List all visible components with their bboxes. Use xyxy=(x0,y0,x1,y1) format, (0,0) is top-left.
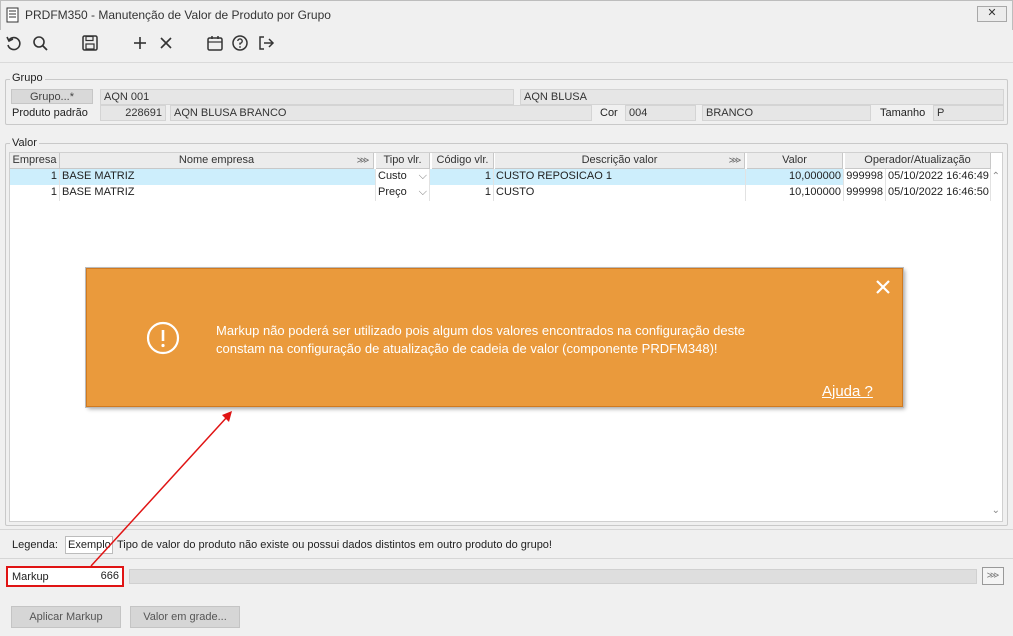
markup-progress-bar xyxy=(129,569,977,584)
save-icon[interactable] xyxy=(81,34,101,54)
legenda-example: Exemplo xyxy=(65,536,113,554)
warning-toast: Markup não poderá ser utilizado pois alg… xyxy=(86,268,903,407)
search-icon[interactable] xyxy=(31,34,51,54)
cell-descricao-valor: CUSTO xyxy=(494,185,746,201)
col-header-descricao-valor[interactable]: Descrição valor xyxy=(495,153,745,169)
cell-atualizacao: 05/10/2022 16:46:49 xyxy=(886,169,991,185)
exit-icon[interactable] xyxy=(257,34,277,54)
legenda-description: Tipo de valor do produto não existe ou p… xyxy=(117,539,552,551)
col-header-nome-empresa-label: Nome empresa xyxy=(178,154,255,166)
help-link[interactable]: Ajuda ? xyxy=(822,383,873,400)
toast-message-line2: constam na configuração de atualização d… xyxy=(216,341,718,356)
cell-codigo-vlr: 1 xyxy=(430,185,494,201)
column-filter-icon[interactable]: ⋙ xyxy=(728,154,742,167)
produto-desc-field: AQN BLUSA BRANCO xyxy=(170,105,592,121)
cell-valor[interactable]: 10,100000 xyxy=(746,185,844,201)
produto-code-field[interactable]: 228691 xyxy=(100,105,166,121)
cell-empresa: 1 xyxy=(10,185,60,201)
aplicar-markup-button[interactable]: Aplicar Markup xyxy=(11,606,121,628)
chevron-down-icon[interactable]: ⌵ xyxy=(419,185,427,200)
close-icon[interactable] xyxy=(875,279,891,295)
grupo-lookup-button[interactable]: Grupo...* xyxy=(11,89,93,104)
toast-message: Markup não poderá ser utilizado pois alg… xyxy=(216,322,745,358)
expand-icon[interactable]: ⋙ xyxy=(982,567,1004,585)
col-header-descricao-valor-label: Descrição valor xyxy=(581,154,658,166)
produto-label: Produto padrão xyxy=(12,107,88,119)
cor-label: Cor xyxy=(600,107,618,119)
chevron-down-icon[interactable]: ⌵ xyxy=(419,169,427,184)
cell-nome-empresa: BASE MATRIZ xyxy=(60,169,376,185)
cor-code-field[interactable]: 004 xyxy=(625,105,696,121)
scroll-up-icon[interactable]: ⌃ xyxy=(992,171,1000,182)
col-header-empresa[interactable]: Empresa xyxy=(10,153,60,169)
col-header-codigo-vlr[interactable]: Código vlr. xyxy=(432,153,494,169)
toast-message-line1: Markup não poderá ser utilizado pois alg… xyxy=(216,323,745,338)
column-filter-icon[interactable]: ⋙ xyxy=(356,154,370,167)
col-header-valor[interactable]: Valor xyxy=(747,153,843,169)
tipo-vlr-value: Preço xyxy=(378,186,407,198)
cor-desc-field: BRANCO xyxy=(702,105,871,121)
cell-atualizacao: 05/10/2022 16:46:50 xyxy=(886,185,991,201)
grupo-desc-field: AQN BLUSA xyxy=(520,89,1004,105)
grupo-legend: Grupo xyxy=(10,72,45,84)
document-icon xyxy=(6,7,19,23)
scroll-down-icon[interactable]: ⌄ xyxy=(992,505,1000,516)
markup-label: Markup xyxy=(12,571,49,583)
cell-codigo-vlr: 1 xyxy=(430,169,494,185)
help-icon[interactable] xyxy=(231,34,251,54)
tipo-vlr-select[interactable]: Preço ⌵ xyxy=(376,185,430,201)
markup-input[interactable]: 666 xyxy=(60,569,121,585)
cell-valor[interactable]: 10,000000 xyxy=(746,169,844,185)
tamanho-label: Tamanho xyxy=(880,107,926,119)
cell-operador: 999998 xyxy=(844,185,886,201)
window-close-button[interactable]: ✕ xyxy=(977,6,1007,22)
toolbar-separator xyxy=(0,62,1013,63)
tipo-vlr-select[interactable]: Custo ⌵ xyxy=(376,169,430,185)
col-header-operador-atualizacao[interactable]: Operador/Atualização xyxy=(845,153,991,169)
cell-descricao-valor: CUSTO REPOSICAO 1 xyxy=(494,169,746,185)
grupo-code-field[interactable]: AQN 001 xyxy=(100,89,514,105)
add-icon[interactable] xyxy=(131,34,151,54)
delete-icon[interactable] xyxy=(157,34,177,54)
cell-empresa: 1 xyxy=(10,169,60,185)
tamanho-field[interactable]: P xyxy=(933,105,1004,121)
calendar-icon[interactable] xyxy=(206,34,226,54)
valor-legend: Valor xyxy=(10,137,39,149)
col-header-nome-empresa[interactable]: Nome empresa xyxy=(60,153,374,169)
cell-nome-empresa: BASE MATRIZ xyxy=(60,185,376,201)
alert-icon xyxy=(146,321,180,355)
cell-operador: 999998 xyxy=(844,169,886,185)
undo-icon[interactable] xyxy=(5,34,25,54)
window-title: PRDFM350 - Manutenção de Valor de Produt… xyxy=(25,8,331,22)
table-row[interactable]: 1 BASE MATRIZ Preço ⌵ 1 CUSTO 10,100000 … xyxy=(10,185,991,201)
table-row[interactable]: 1 BASE MATRIZ Custo ⌵ 1 CUSTO REPOSICAO … xyxy=(10,169,991,185)
tipo-vlr-value: Custo xyxy=(378,170,407,182)
legenda-label: Legenda: xyxy=(12,539,58,551)
valor-em-grade-button[interactable]: Valor em grade... xyxy=(130,606,240,628)
col-header-tipo-vlr[interactable]: Tipo vlr. xyxy=(376,153,430,169)
